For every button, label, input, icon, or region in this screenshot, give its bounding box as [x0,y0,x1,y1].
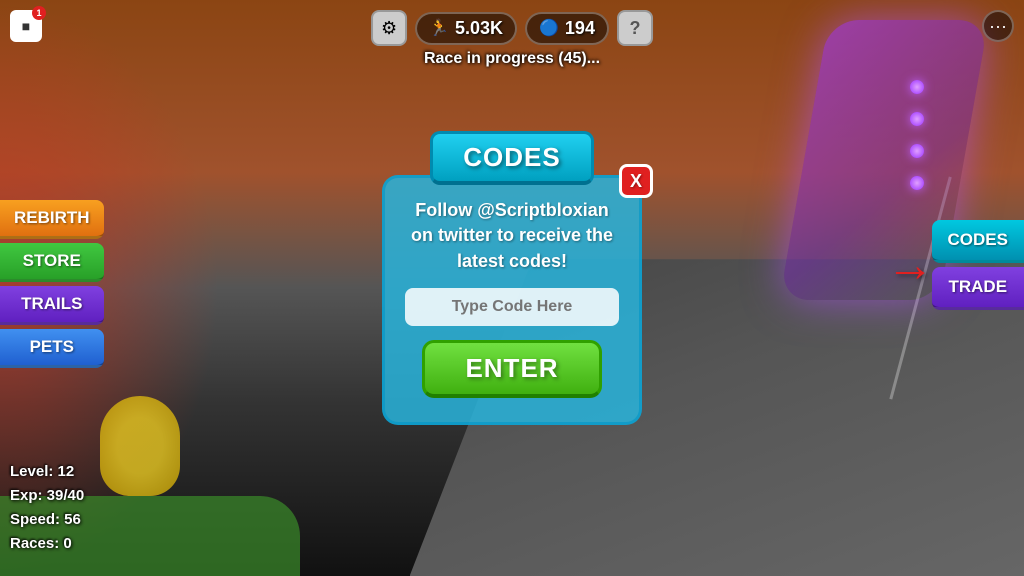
close-button[interactable]: X [619,164,653,198]
modal-overlay: CODES X Follow @Scriptbloxian on twitter… [0,0,1024,576]
codes-modal-body: X Follow @Scriptbloxian on twitter to re… [382,175,642,425]
enter-button[interactable]: ENTER [422,340,601,398]
codes-description: Follow @Scriptbloxian on twitter to rece… [405,198,619,274]
codes-title-button[interactable]: CODES [430,131,593,185]
codes-modal: CODES X Follow @Scriptbloxian on twitter… [382,131,642,425]
code-input[interactable] [405,288,619,326]
